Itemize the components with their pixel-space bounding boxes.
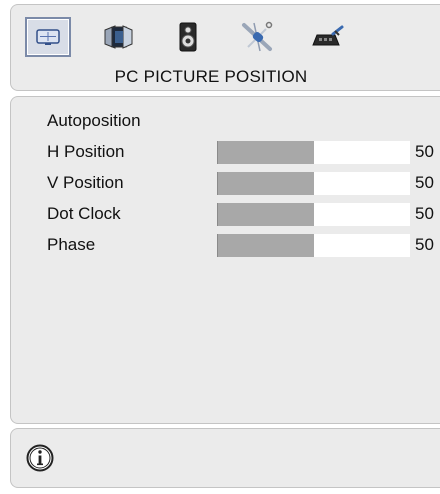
slider-fill (218, 234, 314, 257)
phase-slider[interactable] (217, 234, 410, 257)
install-icon[interactable] (305, 17, 351, 57)
h-position-slider[interactable] (217, 141, 410, 164)
menu-title: PC PICTURE POSITION (114, 67, 308, 86)
info-panel (10, 428, 440, 488)
v-position-row[interactable]: V Position 50 (47, 169, 440, 200)
picture-icon[interactable] (95, 17, 141, 57)
menu-icon-bar (25, 17, 351, 59)
slider-value: 50 (415, 173, 434, 192)
row-label: V Position (47, 173, 124, 192)
autoposition-row[interactable]: Autoposition (47, 107, 440, 138)
slider-fill (218, 203, 314, 226)
row-label: H Position (47, 142, 125, 161)
slider-fill (218, 141, 314, 164)
menu-header: PC PICTURE POSITION (10, 4, 440, 91)
settings-panel: Autoposition H Position 50 V Position 50… (10, 96, 440, 424)
phase-row[interactable]: Phase 50 (47, 231, 440, 262)
info-icon[interactable] (25, 443, 55, 478)
dot-clock-row[interactable]: Dot Clock 50 (47, 200, 440, 231)
tools-icon[interactable] (235, 17, 281, 57)
pc-picture-icon[interactable] (25, 17, 71, 57)
slider-value: 50 (415, 235, 434, 254)
v-position-slider[interactable] (217, 172, 410, 195)
slider-value: 50 (415, 204, 434, 223)
slider-value: 50 (415, 142, 434, 161)
h-position-row[interactable]: H Position 50 (47, 138, 440, 169)
row-label: Phase (47, 235, 96, 254)
speaker-icon[interactable] (165, 17, 211, 57)
dot-clock-slider[interactable] (217, 203, 410, 226)
row-label: Dot Clock (47, 204, 121, 223)
row-label: Autoposition (47, 111, 141, 130)
slider-fill (218, 172, 314, 195)
